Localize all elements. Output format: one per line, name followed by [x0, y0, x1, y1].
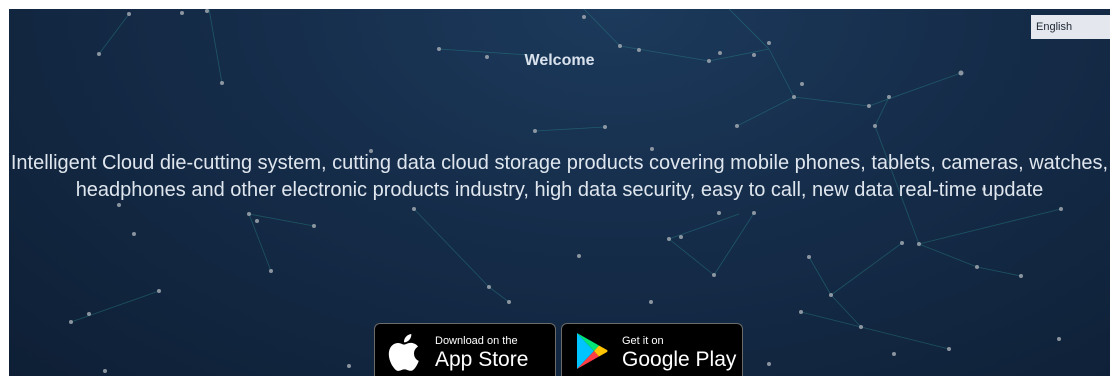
- google-play-big-label: Google Play: [622, 348, 737, 371]
- app-store-big-label: App Store: [435, 348, 529, 371]
- google-play-icon: [577, 333, 608, 369]
- hero-banner: Welcome Intelligent Cloud die-cutting sy…: [9, 9, 1110, 376]
- google-play-small-label: Get it on: [622, 335, 664, 347]
- welcome-heading: Welcome: [524, 52, 595, 69]
- app-store-small-label: Download on the: [435, 335, 518, 347]
- hero-description: Intelligent Cloud die-cutting system, cu…: [10, 152, 1109, 201]
- language-select[interactable]: English: [1031, 15, 1110, 39]
- app-store-button[interactable]: Download on the App Store: [374, 323, 556, 376]
- google-play-button[interactable]: Get it on Google Play: [561, 323, 743, 376]
- apple-icon: [388, 334, 419, 371]
